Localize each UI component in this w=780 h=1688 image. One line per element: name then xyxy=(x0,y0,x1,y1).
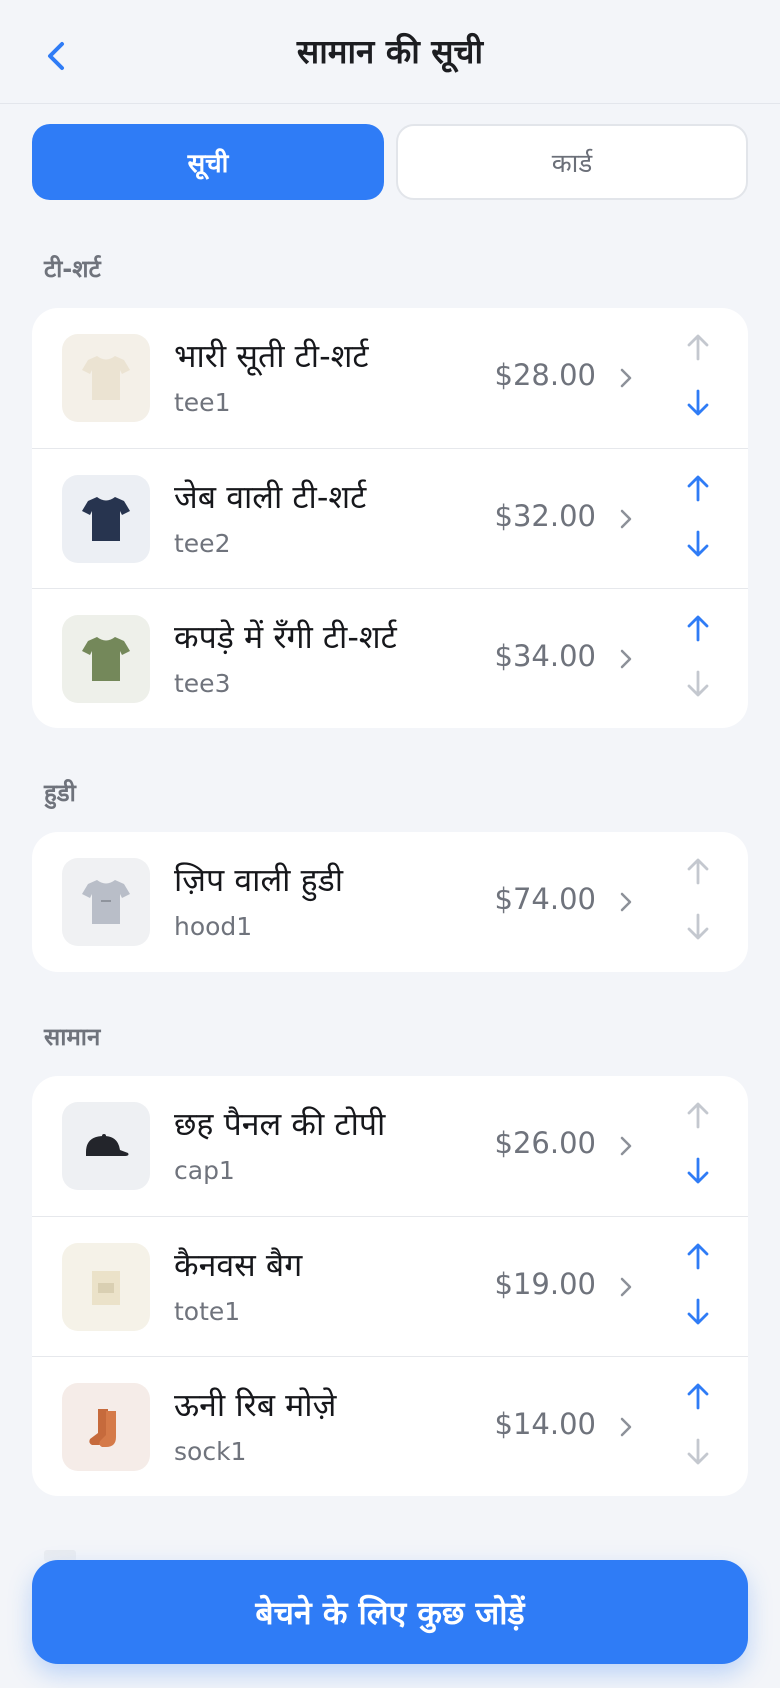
open-item-button[interactable] xyxy=(616,886,636,918)
product-name: जेब वाली टी-शर्ट xyxy=(174,478,367,516)
arrow-up-icon xyxy=(687,858,709,885)
tshirt-list: भारी सूती टी-शर्ट tee1 $28.00 जेब वाली ट… xyxy=(32,308,748,728)
accessories-list: छह पैनल की टोपी cap1 $26.00 कैनवस बैग to… xyxy=(32,1076,748,1496)
open-item-button[interactable] xyxy=(616,503,636,535)
chevron-right-icon xyxy=(620,892,632,912)
move-down-button[interactable] xyxy=(684,667,712,701)
product-thumbnail xyxy=(62,475,150,563)
list-item[interactable]: कैनवस बैग tote1 $19.00 xyxy=(32,1216,748,1356)
move-down-button[interactable] xyxy=(684,1435,712,1469)
product-price: $14.00 xyxy=(494,1407,596,1441)
product-sku: sock1 xyxy=(174,1437,247,1466)
socks-icon xyxy=(89,1409,116,1447)
add-item-button[interactable]: बेचने के लिए कुछ जोड़ें xyxy=(32,1560,748,1664)
card-view-tab[interactable]: कार्ड xyxy=(396,124,748,200)
chevron-right-icon xyxy=(620,509,632,529)
arrow-down-icon xyxy=(687,1438,709,1465)
move-down-button[interactable] xyxy=(684,1295,712,1329)
product-thumbnail xyxy=(62,615,150,703)
arrow-down-icon xyxy=(687,530,709,557)
list-item[interactable]: ज़िप वाली हुडी hood1 $74.00 xyxy=(32,832,748,972)
move-down-button[interactable] xyxy=(684,910,712,944)
product-price: $74.00 xyxy=(494,882,596,916)
list-item[interactable]: भारी सूती टी-शर्ट tee1 $28.00 xyxy=(32,308,748,448)
product-thumbnail xyxy=(62,1383,150,1471)
product-sku: cap1 xyxy=(174,1156,235,1185)
arrow-up-icon xyxy=(687,615,709,642)
hoodie-list: ज़िप वाली हुडी hood1 $74.00 xyxy=(32,832,748,972)
product-thumbnail xyxy=(62,334,150,422)
product-price: $32.00 xyxy=(494,499,596,533)
product-sku: tote1 xyxy=(174,1297,241,1326)
move-up-button[interactable] xyxy=(684,471,712,505)
section-label-hoodies: हुडी xyxy=(44,779,76,807)
product-name: भारी सूती टी-शर्ट xyxy=(174,337,369,375)
product-name: कैनवस बैग xyxy=(174,1246,303,1284)
product-thumbnail xyxy=(62,1243,150,1331)
top-bar: सामान की सूची xyxy=(0,0,780,104)
open-item-button[interactable] xyxy=(616,1271,636,1303)
product-price: $28.00 xyxy=(494,358,596,392)
open-item-button[interactable] xyxy=(616,643,636,675)
product-thumbnail xyxy=(62,1102,150,1190)
arrow-down-icon xyxy=(687,913,709,940)
product-sku: tee2 xyxy=(174,529,231,558)
product-name: ऊनी रिब मोज़े xyxy=(174,1386,337,1424)
arrow-up-icon xyxy=(687,1243,709,1270)
tshirt-icon xyxy=(82,637,130,681)
hoodie-icon xyxy=(82,880,130,924)
chevron-right-icon xyxy=(620,1136,632,1156)
move-up-button[interactable] xyxy=(684,611,712,645)
arrow-down-icon xyxy=(687,389,709,416)
move-down-button[interactable] xyxy=(684,527,712,561)
move-down-button[interactable] xyxy=(684,386,712,420)
move-down-button[interactable] xyxy=(684,1154,712,1188)
tshirt-icon xyxy=(82,497,130,541)
list-view-tab[interactable]: सूची xyxy=(32,124,384,200)
chevron-right-icon xyxy=(620,1277,632,1297)
product-price: $19.00 xyxy=(494,1267,596,1301)
arrow-up-icon xyxy=(687,334,709,361)
move-up-button[interactable] xyxy=(684,1379,712,1413)
product-sku: hood1 xyxy=(174,912,253,941)
list-item[interactable]: ऊनी रिब मोज़े sock1 $14.00 xyxy=(32,1356,748,1496)
arrow-up-icon xyxy=(687,475,709,502)
chevron-right-icon xyxy=(620,1417,632,1437)
chevron-right-icon xyxy=(620,649,632,669)
product-thumbnail xyxy=(62,858,150,946)
arrow-up-icon xyxy=(687,1102,709,1129)
list-item[interactable]: छह पैनल की टोपी cap1 $26.00 xyxy=(32,1076,748,1216)
section-label-accessories: सामान xyxy=(44,1023,101,1051)
list-item[interactable]: कपड़े में रँगी टी-शर्ट tee3 $34.00 xyxy=(32,588,748,728)
tshirt-icon xyxy=(82,356,130,400)
open-item-button[interactable] xyxy=(616,362,636,394)
arrow-up-icon xyxy=(687,1383,709,1410)
list-item[interactable]: जेब वाली टी-शर्ट tee2 $32.00 xyxy=(32,448,748,588)
page-title: सामान की सूची xyxy=(296,32,484,71)
arrow-down-icon xyxy=(687,670,709,697)
product-name: छह पैनल की टोपी xyxy=(174,1105,386,1143)
open-item-button[interactable] xyxy=(616,1130,636,1162)
arrow-down-icon xyxy=(687,1298,709,1325)
product-name: कपड़े में रँगी टी-शर्ट xyxy=(174,618,397,656)
cap-icon xyxy=(86,1134,129,1156)
chevron-right-icon xyxy=(620,368,632,388)
product-price: $26.00 xyxy=(494,1126,596,1160)
move-up-button[interactable] xyxy=(684,1239,712,1273)
product-name: ज़िप वाली हुडी xyxy=(174,861,344,899)
product-price: $34.00 xyxy=(494,639,596,673)
tote-bag-icon xyxy=(92,1271,120,1305)
move-up-button[interactable] xyxy=(684,1098,712,1132)
open-item-button[interactable] xyxy=(616,1411,636,1443)
move-up-button[interactable] xyxy=(684,854,712,888)
move-up-button[interactable] xyxy=(684,330,712,364)
section-label-tshirts: टी-शर्ट xyxy=(44,255,101,283)
product-sku: tee1 xyxy=(174,388,231,417)
product-sku: tee3 xyxy=(174,669,231,698)
arrow-down-icon xyxy=(687,1157,709,1184)
